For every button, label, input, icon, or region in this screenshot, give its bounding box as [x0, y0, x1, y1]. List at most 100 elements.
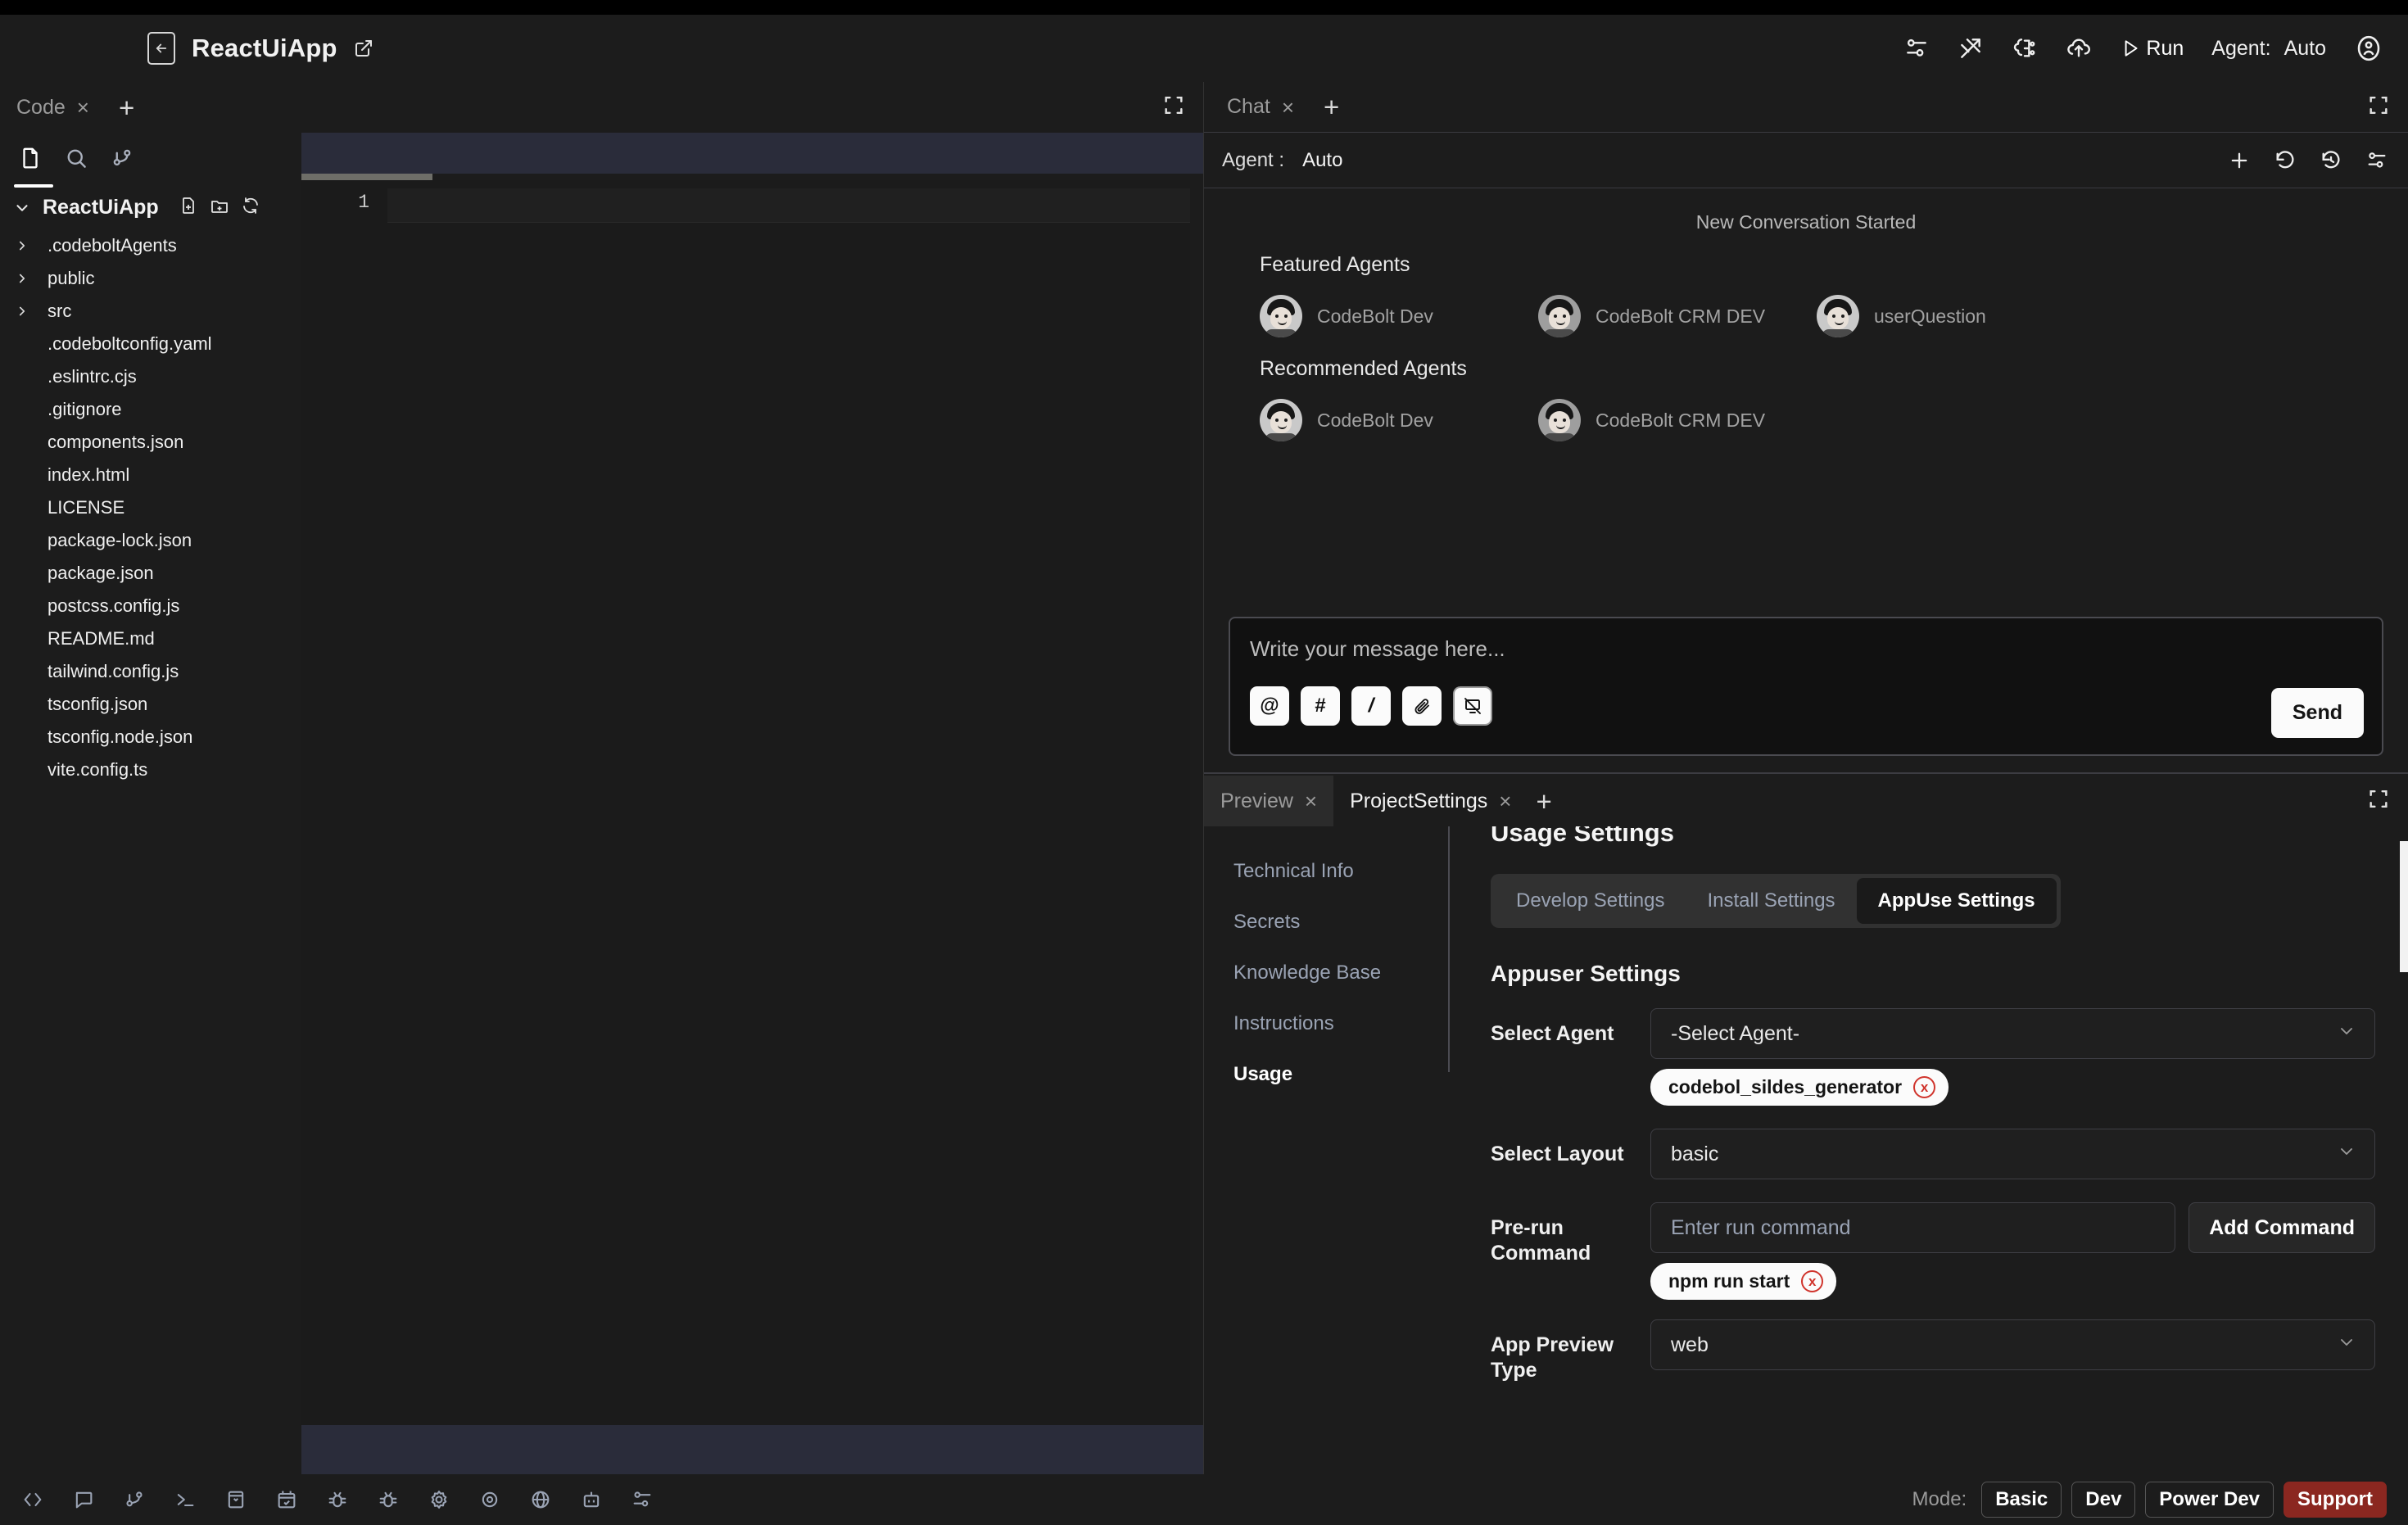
app-preview-type-dropdown[interactable]: web [1650, 1319, 2375, 1370]
agent-card[interactable]: CodeBolt CRM DEV [1538, 295, 1817, 337]
tab-chat[interactable]: Chat × [1222, 95, 1299, 119]
agent-selector-value[interactable]: Auto [2284, 37, 2326, 61]
debug-bug-icon[interactable] [326, 1488, 349, 1511]
agent-card[interactable]: CodeBolt Dev [1260, 295, 1538, 337]
back-arrow-icon[interactable] [147, 32, 175, 65]
history-icon[interactable] [2320, 149, 2342, 172]
mode-power-dev-button[interactable]: Power Dev [2145, 1482, 2274, 1518]
run-command-input[interactable]: Enter run command [1650, 1202, 2176, 1253]
mode-basic-button[interactable]: Basic [1981, 1482, 2062, 1518]
tab-appuse-settings[interactable]: AppUse Settings [1856, 878, 2057, 924]
brain-circuit-icon[interactable] [2012, 35, 2038, 61]
sidebar-item-usage[interactable]: Usage [1233, 1049, 1450, 1100]
add-command-button[interactable]: Add Command [2188, 1202, 2375, 1253]
add-tab-button[interactable]: + [119, 94, 134, 121]
tree-item[interactable]: src [0, 295, 301, 328]
tree-item[interactable]: .gitignore [0, 393, 301, 426]
tree-item[interactable]: package-lock.json [0, 524, 301, 557]
add-tab-button[interactable]: + [1324, 93, 1339, 120]
remove-icon[interactable]: x [1801, 1270, 1824, 1292]
tree-item[interactable]: package.json [0, 557, 301, 590]
cloud-upload-icon[interactable] [2066, 35, 2092, 61]
settings-sliders-icon[interactable] [1903, 35, 1930, 61]
add-tab-button[interactable]: + [1536, 788, 1551, 815]
source-control-icon[interactable] [123, 1488, 146, 1511]
eye-icon[interactable] [478, 1488, 501, 1511]
mode-dev-button[interactable]: Dev [2071, 1482, 2136, 1518]
close-icon[interactable]: × [77, 97, 89, 118]
editor-horizontal-scrollbar[interactable] [301, 174, 1203, 180]
tree-item[interactable]: index.html [0, 459, 301, 491]
search-icon[interactable] [64, 146, 88, 174]
tree-item[interactable]: tailwind.config.js [0, 655, 301, 688]
new-folder-icon[interactable] [210, 196, 229, 219]
chat-input-box[interactable]: Write your message here... @ # / Send [1229, 617, 2383, 756]
tools-icon[interactable] [1958, 35, 1984, 61]
calendar-check-icon[interactable] [275, 1488, 298, 1511]
sidebar-item-technical-info[interactable]: Technical Info [1233, 846, 1450, 897]
bug-icon[interactable] [377, 1488, 400, 1511]
editor-vertical-scrollbar[interactable] [1190, 180, 1203, 1425]
chip[interactable]: codebol_sildes_generator x [1650, 1069, 1949, 1106]
tree-item[interactable]: .eslintrc.cjs [0, 360, 301, 393]
expand-icon[interactable] [1162, 94, 1185, 121]
run-button[interactable]: Run [2120, 37, 2184, 61]
gear-icon[interactable] [428, 1488, 450, 1511]
code-brackets-icon[interactable] [21, 1488, 44, 1511]
user-avatar-icon[interactable] [2354, 34, 2383, 63]
tree-item[interactable]: components.json [0, 426, 301, 459]
select-layout-dropdown[interactable]: basic [1650, 1129, 2375, 1179]
attachment-icon[interactable] [1402, 686, 1442, 726]
chip[interactable]: npm run start x [1650, 1263, 1837, 1300]
agent-card[interactable]: CodeBolt CRM DEV [1538, 399, 1817, 441]
tab-install-settings[interactable]: Install Settings [1686, 878, 1856, 924]
remove-icon[interactable]: x [1913, 1076, 1936, 1098]
new-chat-icon[interactable] [2228, 149, 2251, 172]
sidebar-item-knowledge-base[interactable]: Knowledge Base [1233, 948, 1450, 998]
terminal-icon[interactable] [174, 1488, 197, 1511]
close-icon[interactable]: × [1305, 790, 1317, 812]
refresh-icon[interactable] [241, 196, 260, 219]
globe-icon[interactable] [529, 1488, 552, 1511]
package-icon[interactable] [224, 1488, 247, 1511]
settings-vertical-scrollbar[interactable] [2400, 841, 2408, 1447]
tab-develop-settings[interactable]: Develop Settings [1495, 878, 1686, 924]
sidebar-item-instructions[interactable]: Instructions [1233, 998, 1450, 1049]
comment-icon[interactable] [72, 1488, 95, 1511]
file-explorer-icon[interactable] [14, 146, 53, 188]
new-file-icon[interactable] [179, 196, 198, 219]
slash-command-icon[interactable]: / [1351, 686, 1391, 726]
tree-item[interactable]: README.md [0, 622, 301, 655]
tree-item[interactable]: vite.config.ts [0, 753, 301, 786]
tree-root-row[interactable]: ReactUiApp [0, 183, 301, 226]
editor-text-area[interactable]: 1 [301, 180, 1203, 1425]
expand-icon[interactable] [2367, 788, 2390, 815]
chat-settings-icon[interactable] [2365, 149, 2388, 172]
tab-preview[interactable]: Preview × [1204, 776, 1334, 826]
robot-icon[interactable] [580, 1488, 603, 1511]
source-control-icon[interactable] [110, 146, 134, 174]
tree-item[interactable]: LICENSE [0, 491, 301, 524]
mention-icon[interactable]: @ [1250, 686, 1289, 726]
close-icon[interactable]: × [1499, 790, 1511, 812]
tree-item[interactable]: .codeboltAgents [0, 229, 301, 262]
support-button[interactable]: Support [2284, 1482, 2387, 1518]
tree-item[interactable]: postcss.config.js [0, 590, 301, 622]
sliders-icon[interactable] [631, 1488, 654, 1511]
tree-item[interactable]: tsconfig.node.json [0, 721, 301, 753]
tree-item[interactable]: tsconfig.json [0, 688, 301, 721]
tree-item[interactable]: public [0, 262, 301, 295]
agent-card[interactable]: userQuestion [1817, 295, 2095, 337]
chat-agent-value[interactable]: Auto [1302, 149, 1342, 172]
sidebar-item-secrets[interactable]: Secrets [1233, 897, 1450, 948]
reset-icon[interactable] [2274, 149, 2297, 172]
tree-item[interactable]: .codeboltconfig.yaml [0, 328, 301, 360]
send-button[interactable]: Send [2270, 688, 2364, 738]
agent-card[interactable]: CodeBolt Dev [1260, 399, 1538, 441]
tab-project-settings[interactable]: ProjectSettings × [1333, 776, 1528, 826]
expand-icon[interactable] [2367, 93, 2390, 120]
external-link-icon[interactable] [354, 38, 373, 58]
screenshot-icon[interactable] [1453, 686, 1492, 726]
select-agent-dropdown[interactable]: -Select Agent- [1650, 1008, 2375, 1059]
tab-code[interactable]: Code × [11, 96, 94, 120]
